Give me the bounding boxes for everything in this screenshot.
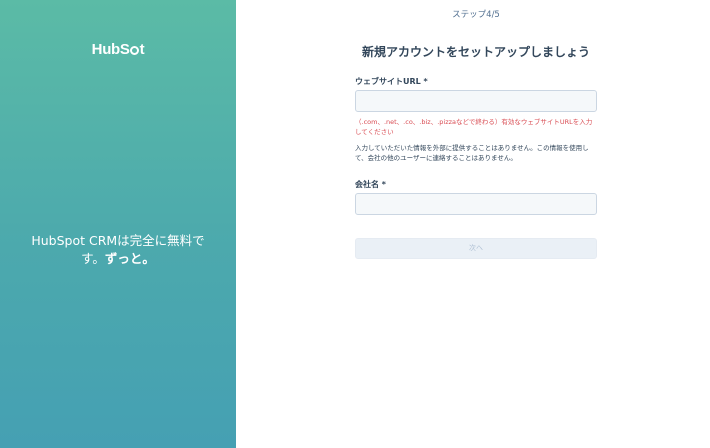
promo-panel: HubS t HubSpot CRMは完全に無料で す。ずっと。 [0, 0, 236, 448]
company-name-label: 会社名 * [355, 180, 386, 189]
privacy-help-text: 入力していただいた情報を外部に提供することはありません。この情報を使用して、会社… [355, 144, 589, 162]
step-indicator: ステップ4/5 [452, 10, 500, 20]
tagline-line1: HubSpot CRMは完全に無料で [31, 233, 205, 248]
website-url-error: （.com、.net、.co、.biz、.pizzaなどで終わる）有効なウェブサ… [355, 118, 593, 136]
logo-text-end: t [139, 41, 145, 58]
page-title: 新規アカウントをセットアップしましょう [361, 45, 590, 59]
hubspot-logo: HubS t [0, 41, 236, 58]
website-url-label: ウェブサイトURL * [355, 77, 428, 86]
website-url-input[interactable] [355, 90, 597, 112]
signup-form-panel: ステップ4/5 新規アカウントをセットアップしましょう ウェブサイトURL * … [236, 0, 710, 448]
logo-text-start: HubS [91, 41, 130, 58]
tagline-line2-bold: ずっと。 [104, 251, 155, 266]
next-button[interactable]: 次へ [355, 238, 597, 259]
sprocket-icon [130, 46, 140, 55]
tagline: HubSpot CRMは完全に無料で す。ずっと。 [20, 232, 216, 268]
company-name-input[interactable] [355, 193, 597, 215]
tagline-line2-prefix: す。 [81, 251, 105, 266]
